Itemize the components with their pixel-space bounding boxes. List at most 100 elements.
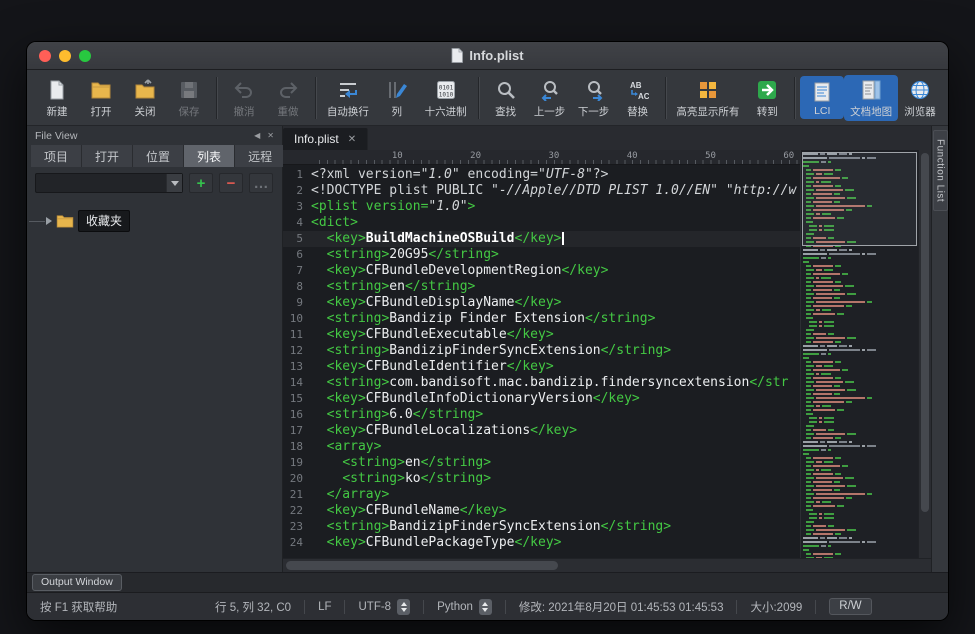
minimap-token	[813, 341, 833, 343]
toolbar-button-browser[interactable]: 浏览器	[898, 75, 942, 121]
minimap-token	[816, 461, 821, 463]
editor-tabbar: Info.plist ✕	[283, 126, 931, 150]
minimize-window-button[interactable]	[59, 50, 71, 62]
minimap-token	[827, 537, 838, 539]
minimap-token	[828, 449, 831, 451]
minimap-token	[824, 365, 833, 367]
minimap-token	[867, 301, 872, 303]
sidebar-tab-list[interactable]: 列表	[184, 145, 235, 167]
vertical-scrollbar[interactable]	[918, 150, 931, 558]
minimap-token	[806, 553, 811, 555]
minimap-token	[862, 349, 865, 351]
line-content: <key>CFBundleExecutable</key>	[311, 327, 554, 343]
toolbar-button-highlight-all[interactable]: 高亮显示所有	[671, 75, 746, 121]
minimap-token	[806, 489, 811, 491]
minimap-token	[813, 505, 835, 507]
sidebar-tab-open[interactable]: 打开	[82, 145, 133, 167]
favorites-dropdown[interactable]	[35, 173, 183, 193]
minimap-token	[867, 253, 876, 255]
tree-item[interactable]: 收藏夹	[29, 211, 276, 231]
sidebar-tab-project[interactable]: 项目	[31, 145, 82, 167]
statusbar-syntax-mode[interactable]: Python	[424, 599, 505, 615]
minimap-token	[842, 465, 848, 467]
lci-icon	[809, 79, 835, 104]
sidebar-tab-location[interactable]: 位置	[133, 145, 184, 167]
toolbar-button-label: 自动换行	[327, 104, 369, 119]
collapse-panel-icon[interactable]: ◀	[254, 131, 260, 140]
toolbar-button-search-next[interactable]: 下一步	[572, 75, 616, 121]
statusbar-read-write-text[interactable]: R/W	[829, 598, 871, 615]
minimap-token	[813, 281, 833, 283]
minimap-token	[816, 373, 819, 375]
minimap-token	[806, 337, 814, 339]
minimap-viewport[interactable]	[802, 152, 917, 246]
minimap-token	[822, 501, 831, 503]
statusbar-read-write[interactable]: R/W	[816, 598, 884, 615]
window-title-group: Info.plist	[451, 48, 523, 63]
toolbar-button-redo[interactable]: 重做	[266, 75, 310, 121]
line-number: 20	[283, 471, 311, 487]
minimap-token	[829, 445, 859, 447]
horizontal-scrollbar[interactable]	[283, 558, 931, 572]
editor-tab-info-plist[interactable]: Info.plist ✕	[283, 128, 368, 150]
minimap-token	[816, 285, 842, 287]
minimap-token	[816, 365, 821, 367]
toolbar-button-lci[interactable]: LCI	[800, 76, 844, 119]
tab-close-icon[interactable]: ✕	[348, 134, 356, 145]
stepper-icon[interactable]	[397, 599, 410, 615]
toolbar-button-doc-map[interactable]: 文档地图	[844, 75, 898, 121]
minimap-token	[803, 353, 819, 355]
toolbar-button-goto[interactable]: 转到	[745, 75, 789, 121]
minimap-token	[813, 409, 835, 411]
minimap-token	[809, 513, 817, 515]
toolbar-button-replace[interactable]: ABAC替换	[616, 75, 660, 121]
horizontal-scrollbar-thumb[interactable]	[286, 561, 558, 570]
toolbar-separator	[794, 77, 795, 119]
toolbar-button-save[interactable]: 保存	[167, 75, 211, 121]
toolbar-button-search-prev[interactable]: 上一步	[528, 75, 572, 121]
minimap-token	[821, 545, 826, 547]
toolbar-button-open-folder[interactable]: 打开	[79, 75, 123, 121]
line-content: <string>6.0</string>	[311, 407, 483, 423]
remove-favorite-button[interactable]: −	[219, 173, 243, 193]
toolbar-button-search[interactable]: 查找	[484, 75, 528, 121]
minimap-token	[824, 325, 833, 327]
minimap-token	[806, 413, 813, 415]
toolbar-button-hex[interactable]: 01011010十六进制	[419, 75, 473, 121]
minimap-token	[813, 377, 833, 379]
minimap-token	[813, 361, 833, 363]
sidebar-tab-remote[interactable]: 远程	[235, 145, 286, 167]
replace-icon: ABAC	[625, 78, 651, 103]
toolbar-button-undo[interactable]: 撤消	[222, 75, 266, 121]
statusbar-encoding[interactable]: UTF-8	[345, 599, 423, 615]
add-favorite-button[interactable]: +	[189, 173, 213, 193]
minimap-token	[824, 461, 833, 463]
stepper-icon[interactable]	[479, 599, 492, 615]
toolbar-button-close-folder[interactable]: 关闭	[123, 75, 167, 121]
minimap-token	[845, 285, 854, 287]
file-view-panel: File View ◀ ✕ 项目打开位置列表远程 + − … 收藏夹	[27, 126, 283, 572]
minimap-token	[847, 293, 856, 295]
editor-tab-label: Info.plist	[294, 132, 339, 146]
toolbar-button-word-wrap[interactable]: 自动换行	[321, 75, 375, 121]
function-list-tab[interactable]: Function List	[933, 130, 948, 211]
expand-arrow-icon[interactable]	[46, 217, 52, 225]
close-window-button[interactable]	[39, 50, 51, 62]
toolbar-button-new-file[interactable]: 新建	[35, 75, 79, 121]
minimap-token	[816, 405, 819, 407]
document-map[interactable]	[800, 150, 918, 558]
titlebar[interactable]: Info.plist	[27, 42, 948, 70]
minimap-token	[803, 261, 809, 263]
toolbar-button-column-pen[interactable]: 列	[375, 75, 419, 121]
statusbar-cursor-position-text: 行 5, 列 32, C0	[215, 599, 291, 615]
search-next-icon	[581, 78, 607, 103]
minimap-token	[816, 557, 821, 558]
statusbar-line-ending-text: LF	[318, 601, 331, 613]
zoom-window-button[interactable]	[79, 50, 91, 62]
output-window-button[interactable]: Output Window	[32, 574, 122, 591]
more-options-button[interactable]: …	[249, 173, 273, 193]
vertical-scrollbar-thumb[interactable]	[921, 153, 929, 512]
minimap-token	[813, 289, 832, 291]
close-panel-icon[interactable]: ✕	[267, 131, 274, 140]
redo-icon	[275, 78, 301, 103]
